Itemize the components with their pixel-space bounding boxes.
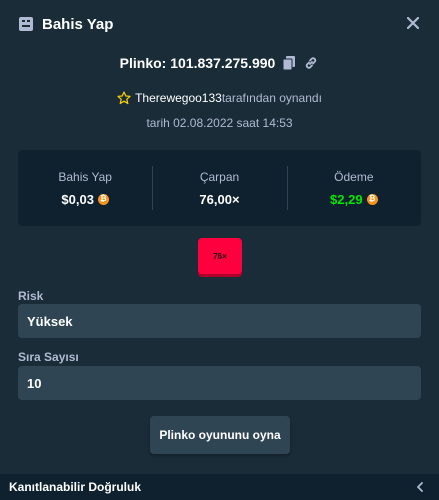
risk-field[interactable]: Yüksek <box>18 304 421 338</box>
multiplier-label: Çarpan <box>199 169 240 184</box>
bitcoin-icon: ₿ <box>366 193 378 205</box>
rows-field[interactable]: 10 <box>18 366 421 400</box>
modal-header: Bahis Yap <box>0 0 439 48</box>
played-by-suffix: tarafından oynandı <box>221 91 322 105</box>
risk-label: Risk <box>18 289 44 303</box>
chevron-left-icon[interactable] <box>415 482 425 492</box>
payout-stat: Ödeme $2,29 ₿ <box>286 162 421 214</box>
link-icon[interactable] <box>303 55 319 71</box>
rows-value: 10 <box>27 375 42 391</box>
multiplier-value: 76,00× <box>199 191 240 207</box>
provably-fair-bar[interactable]: Kanıtlanabilir Doğruluk <box>0 474 439 500</box>
payout-value: $2,29 <box>330 191 363 207</box>
star-icon <box>117 91 131 105</box>
result-multiplier-chip: 76× <box>198 238 242 274</box>
bet-stats-panel: Bahis Yap $0,03 ₿ Çarpan 76,00× Ödeme $2… <box>18 150 421 226</box>
risk-value: Yüksek <box>27 313 73 329</box>
modal-title: Bahis Yap <box>42 15 114 33</box>
bitcoin-icon: ₿ <box>97 193 109 205</box>
player-username[interactable]: Therewegoo133 <box>135 91 222 105</box>
provably-fair-label: Kanıtlanabilir Doğruluk <box>9 480 142 494</box>
play-plinko-button[interactable]: Plinko oyununu oyna <box>150 416 290 454</box>
copy-icon[interactable] <box>281 55 297 71</box>
bet-amount-label: Bahis Yap <box>58 169 112 184</box>
bet-date: tarih 02.08.2022 saat 14:53 <box>146 116 293 130</box>
game-id-text: Plinko: 101.837.275.990 <box>119 55 276 71</box>
bet-amount-value: $0,03 <box>61 191 94 207</box>
bet-slip-icon <box>18 16 34 32</box>
rows-label: Sıra Sayısı <box>18 350 79 364</box>
payout-value-row: $2,29 ₿ <box>330 192 378 207</box>
payout-label: Ödeme <box>334 169 374 184</box>
close-icon[interactable] <box>405 15 421 31</box>
bet-amount-stat: Bahis Yap $0,03 ₿ <box>18 162 152 214</box>
played-by-row: Therewegoo133 tarafından oynandı <box>0 88 439 108</box>
multiplier-stat: Çarpan 76,00× <box>152 162 286 214</box>
game-id-row: Plinko: 101.837.275.990 <box>0 52 439 74</box>
bet-amount-value-row: $0,03 ₿ <box>61 192 109 207</box>
